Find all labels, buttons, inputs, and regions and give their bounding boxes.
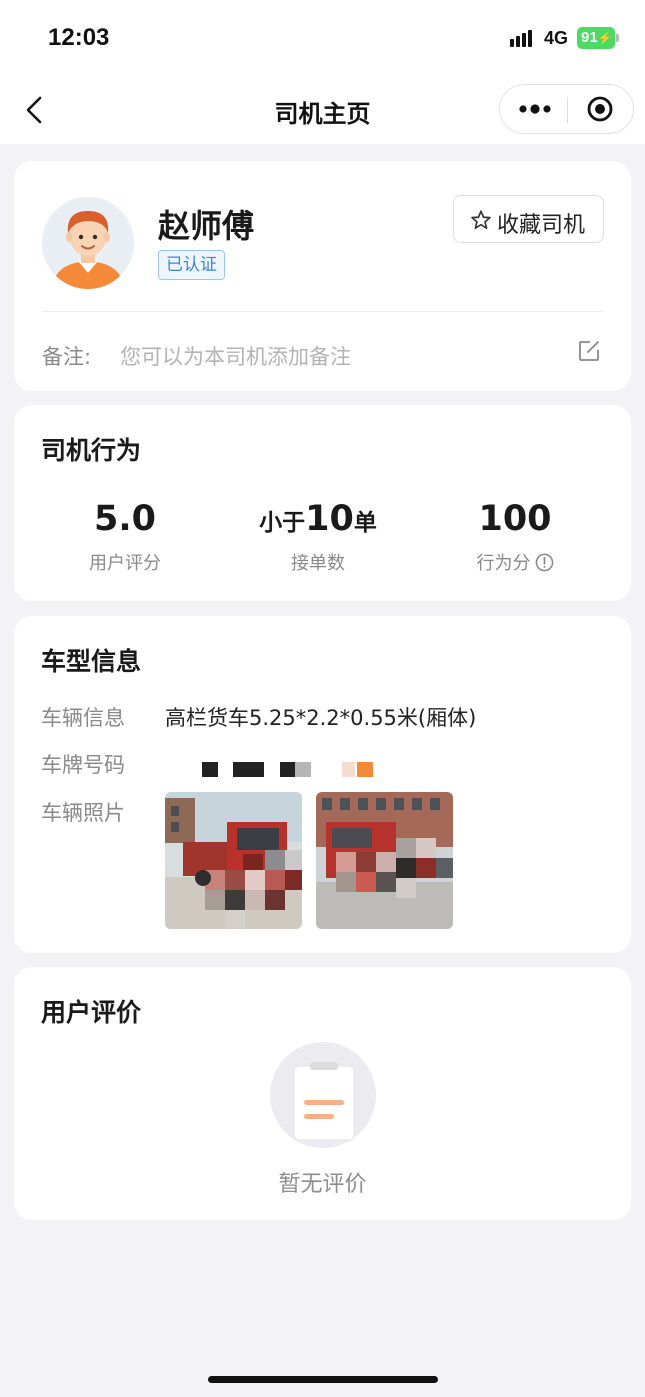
- vehicle-info-card: 车型信息 车辆信息 高栏货车5.25*2.2*0.55米(厢体) 车牌号码 车辆…: [14, 616, 631, 953]
- note-label: 备注:: [42, 345, 92, 369]
- driver-name: 赵师傅: [158, 207, 255, 245]
- plate-number-redacted: [202, 762, 382, 780]
- stat-prefix: 小于: [259, 510, 306, 536]
- stat-label: 用户评分: [89, 553, 161, 574]
- vehicle-info-label: 车辆信息: [41, 706, 125, 730]
- vehicle-info-value: 高栏货车5.25*2.2*0.55米(厢体): [165, 706, 477, 730]
- stat-label: 行为分: [476, 553, 531, 574]
- driver-behavior-card: 司机行为 5.0 用户评分 小于10单 接单数 100 行为分: [14, 405, 631, 601]
- info-icon[interactable]: [535, 553, 554, 572]
- stat-suffix: 单: [353, 510, 377, 536]
- stat-value-group: 小于10单: [218, 497, 418, 541]
- status-bar: 12:03 4G 91⚡: [0, 0, 645, 74]
- empty-clipboard-icon: [270, 1042, 376, 1148]
- network-label: 4G: [544, 28, 569, 48]
- note-input[interactable]: 您可以为本司机添加备注: [120, 341, 351, 371]
- stat-label: 接单数: [291, 553, 345, 574]
- more-dots-icon[interactable]: [500, 85, 567, 133]
- stat-order-count: 小于10单 接单数: [218, 497, 418, 575]
- nav-bar: 司机主页: [0, 74, 645, 144]
- favorite-label: 收藏司机: [497, 213, 586, 238]
- signal-icon: [510, 30, 532, 47]
- stat-value: 5.0: [93, 499, 156, 539]
- status-time: 12:03: [48, 24, 110, 51]
- user-reviews-card: 用户评价 暂无评价: [14, 967, 631, 1220]
- battery-icon: 91⚡: [577, 27, 619, 49]
- favorite-driver-button[interactable]: 收藏司机: [453, 195, 604, 243]
- vehicle-photos-label: 车辆照片: [41, 801, 125, 825]
- avatar: [42, 197, 134, 289]
- avatar-illustration: [42, 197, 134, 289]
- battery-level: 91: [581, 29, 598, 46]
- mini-program-capsule: [499, 84, 634, 134]
- section-title: 司机行为: [41, 436, 142, 465]
- profile-card: 赵师傅 已认证 收藏司机 备注: 您可以为本司机添加备注: [14, 161, 631, 391]
- stat-value: 100: [478, 499, 552, 539]
- vehicle-photo[interactable]: [165, 792, 302, 929]
- close-target-icon[interactable]: [568, 85, 634, 133]
- section-title: 车型信息: [41, 647, 142, 676]
- edit-icon[interactable]: [577, 339, 601, 363]
- star-icon: [471, 210, 491, 229]
- home-indicator[interactable]: [208, 1376, 438, 1383]
- stat-label-group: 行为分: [415, 549, 615, 575]
- empty-reviews-text: 暂无评价: [278, 1172, 367, 1197]
- stat-value: 10: [305, 499, 354, 539]
- stat-user-rating: 5.0 用户评分: [25, 497, 225, 575]
- plate-number-label: 车牌号码: [41, 753, 125, 777]
- divider: [42, 311, 603, 312]
- vehicle-photo[interactable]: [316, 792, 453, 929]
- stat-behavior-score: 100 行为分: [415, 497, 615, 575]
- verified-badge: 已认证: [158, 250, 225, 280]
- section-title: 用户评价: [41, 998, 142, 1027]
